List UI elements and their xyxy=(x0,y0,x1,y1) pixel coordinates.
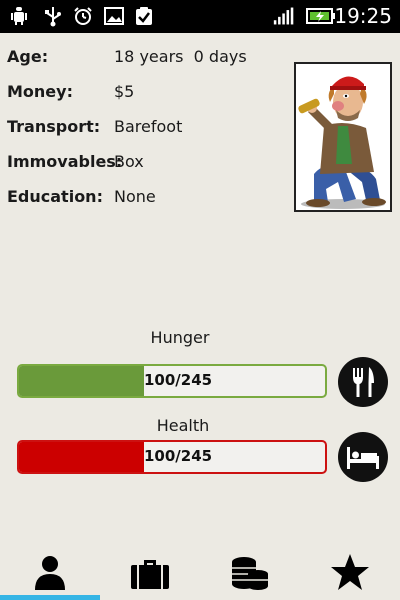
health-bar: 100/245 xyxy=(17,440,327,474)
nav-profile-tab[interactable] xyxy=(0,540,100,596)
transport-label: Transport: xyxy=(7,117,101,136)
nav-achievements-tab[interactable] xyxy=(300,540,400,596)
health-value: 100/245 xyxy=(144,447,213,465)
bottom-nav xyxy=(0,540,400,600)
character-avatar xyxy=(294,62,392,212)
hunger-title: Hunger xyxy=(150,328,210,347)
alarm-icon xyxy=(74,7,92,25)
transport-value: Barefoot xyxy=(114,117,183,136)
age-value: 18 years 0 days xyxy=(114,47,247,66)
usb-icon xyxy=(45,7,61,27)
fork-knife-icon[interactable] xyxy=(338,357,388,407)
active-tab-indicator xyxy=(0,595,100,600)
money-label: Money: xyxy=(7,82,73,101)
signal-icon xyxy=(273,7,294,25)
money-value: $5 xyxy=(114,82,135,101)
hunger-bar: 100/245 xyxy=(17,364,327,398)
immovables-label: Immovables: xyxy=(7,152,123,171)
education-label: Education: xyxy=(7,187,103,206)
immovables-value: Box xyxy=(114,152,144,171)
nav-money-tab[interactable] xyxy=(200,540,300,596)
briefcase-icon xyxy=(131,560,169,589)
nav-jobs-tab[interactable] xyxy=(100,540,200,596)
coins-icon xyxy=(232,557,268,590)
hunger-value: 100/245 xyxy=(144,371,213,389)
status-bar: 19:25 xyxy=(0,0,400,33)
hunger-bar-fill xyxy=(19,366,145,396)
health-title: Health xyxy=(156,416,210,435)
education-value: None xyxy=(114,187,156,206)
hobo-character-image xyxy=(298,76,386,209)
star-icon xyxy=(331,554,369,590)
health-bar-fill xyxy=(19,442,145,472)
bed-icon[interactable] xyxy=(338,432,388,482)
battery-icon xyxy=(306,8,335,24)
clipboard-check-icon xyxy=(136,7,152,25)
clock-time: 19:25 xyxy=(334,4,392,28)
image-icon xyxy=(104,7,124,25)
age-label: Age: xyxy=(7,47,49,66)
person-icon xyxy=(35,556,65,590)
android-debug-icon xyxy=(11,7,27,25)
